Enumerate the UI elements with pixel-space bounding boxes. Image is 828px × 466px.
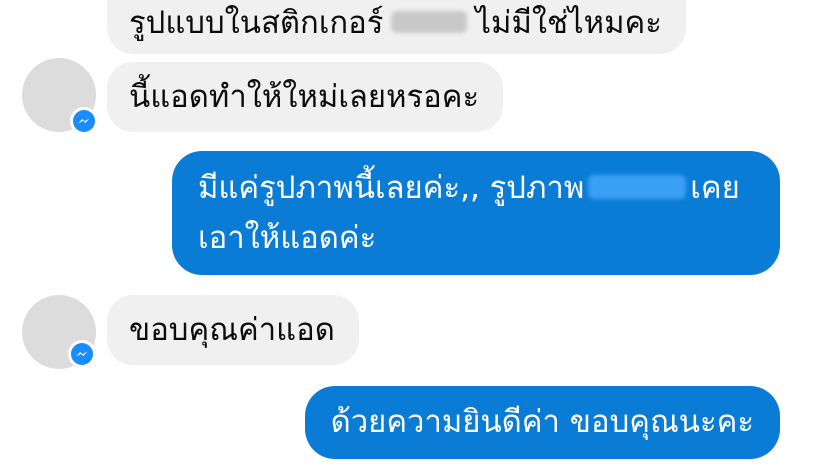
message-line: เอาให้แอดค่ะ: [198, 213, 754, 263]
messenger-icon: [73, 110, 95, 132]
message-text: มีแค่รูปภาพนี้เลยค่ะ,, รูปภาพ: [198, 170, 585, 206]
message-bubble-incoming[interactable]: รูปแบบในสติกเกอร์ ไม่มีใช่ไหมคะ: [107, 0, 686, 54]
message-text: นี้แอดทำให้ใหม่เลยหรอคะ: [129, 79, 480, 115]
message-text: ไม่มีใช่ไหมคะ: [475, 5, 662, 41]
redacted-name: [588, 174, 687, 199]
message-bubble-outgoing[interactable]: ด้วยความยินดีค่า ขอบคุณนะคะ: [304, 386, 780, 459]
redacted-name: [391, 10, 468, 33]
message-line: มีแค่รูปภาพนี้เลยค่ะ,, รูปภาพ เคย: [198, 163, 754, 213]
message-text: เคย: [690, 170, 740, 206]
message-text: เอาให้แอดค่ะ: [198, 220, 377, 256]
messenger-icon: [71, 343, 93, 365]
message-text: ขอบคุณค่าแอด: [129, 312, 335, 348]
messenger-badge: [70, 107, 98, 135]
message-text: ด้วยความยินดีค่า ขอบคุณนะคะ: [330, 404, 754, 440]
message-bubble-incoming[interactable]: ขอบคุณค่าแอด: [107, 295, 359, 365]
messenger-badge: [68, 340, 96, 368]
message-text: รูปแบบในสติกเกอร์: [129, 5, 384, 41]
message-bubble-outgoing[interactable]: มีแค่รูปภาพนี้เลยค่ะ,, รูปภาพ เคย เอาให้แ…: [172, 151, 780, 275]
message-bubble-incoming[interactable]: นี้แอดทำให้ใหม่เลยหรอคะ: [107, 62, 504, 132]
